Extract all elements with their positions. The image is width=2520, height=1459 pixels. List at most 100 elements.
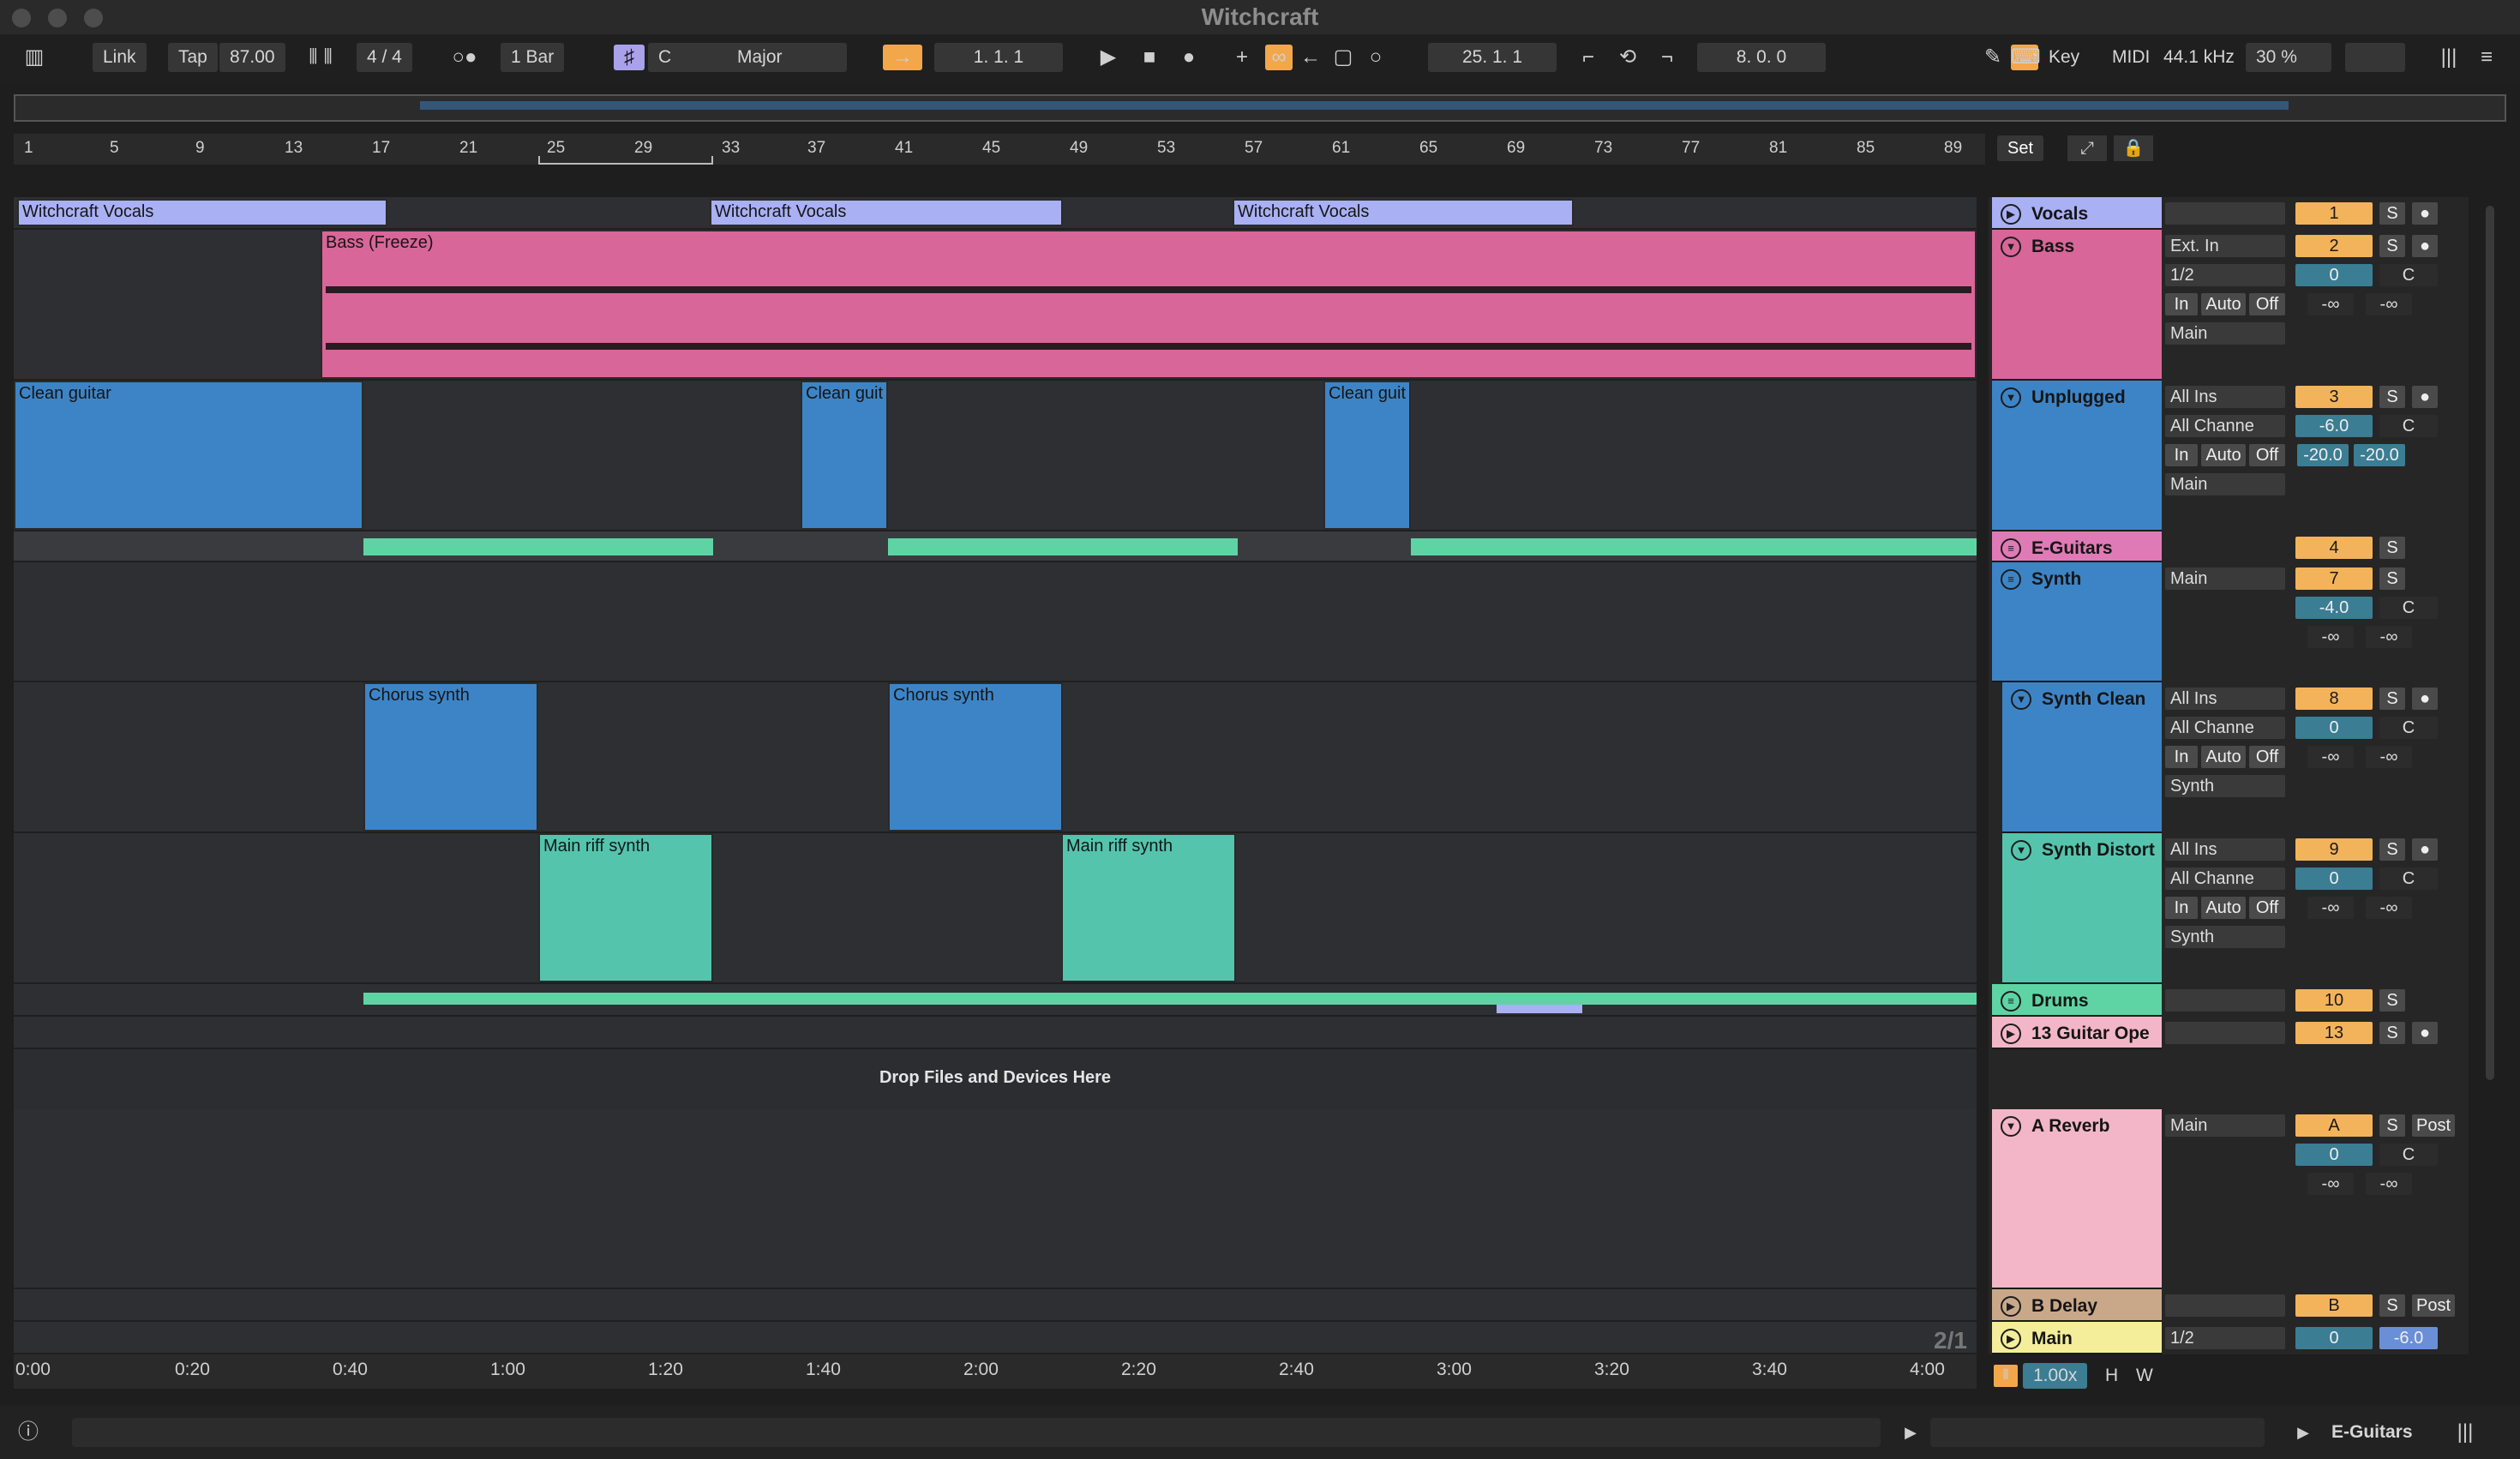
solo-button[interactable]: S [2379, 537, 2405, 559]
output-channel-menu[interactable]: 1/2 [2165, 1327, 2285, 1349]
solo-button[interactable]: S [2379, 687, 2405, 710]
lane-synth-clean[interactable]: Chorus synth Chorus synth [14, 682, 1977, 833]
monitor-in[interactable]: In [2165, 444, 2198, 466]
track-activator[interactable]: 1 [2295, 202, 2373, 225]
group-clip[interactable] [363, 538, 713, 555]
back-to-arrangement-icon[interactable]: ← [1298, 45, 1323, 70]
pan-field[interactable]: C [2379, 597, 2438, 619]
key-menu[interactable]: C [648, 43, 734, 72]
nudge-icon[interactable]: ⦀ ⦀ [295, 45, 346, 70]
monitor-in[interactable]: In [2165, 746, 2198, 768]
overdub-icon[interactable]: + [1229, 45, 1255, 70]
output-menu[interactable]: Synth [2165, 775, 2285, 797]
monitor-off[interactable]: Off [2249, 897, 2285, 919]
capture-icon[interactable]: ▢ [1330, 45, 1356, 70]
post-button[interactable]: Post [2412, 1114, 2455, 1137]
punch-out-icon[interactable]: ¬ [1653, 45, 1682, 70]
automation-arm-icon[interactable]: ∞ [1265, 45, 1293, 70]
time-signature-field[interactable]: 4 / 4 [357, 43, 412, 72]
play-icon[interactable]: ▶ [1898, 1420, 1923, 1445]
clip-chorus-synth-2[interactable]: Chorus synth [888, 682, 1063, 832]
volume-field[interactable]: 0 [2295, 1327, 2373, 1349]
input-type-menu[interactable]: Ext. In [2165, 235, 2285, 257]
fold-icon[interactable]: ▼ [2011, 689, 2031, 710]
send-b[interactable]: -∞ [2366, 1173, 2412, 1195]
send-a[interactable]: -∞ [2307, 626, 2354, 648]
track-unplugged[interactable]: ▼ Unplugged [1992, 381, 2162, 531]
loop-switch-icon[interactable]: ⟲ [1613, 45, 1642, 70]
track-drums[interactable]: ≡ Drums [1992, 984, 2162, 1017]
arm-button[interactable]: ● [2412, 202, 2438, 225]
solo-button[interactable]: S [2379, 1022, 2405, 1044]
metronome-icon[interactable]: ○● [439, 45, 490, 70]
zoom-field[interactable]: 1.00x [2023, 1363, 2088, 1389]
expand-icon[interactable]: ⤢ [2067, 135, 2107, 161]
solo-button[interactable]: S [2379, 567, 2405, 590]
send-a[interactable]: -20.0 [2297, 444, 2349, 466]
w-button[interactable]: W [2136, 1363, 2153, 1389]
lane-e-guitars[interactable] [14, 531, 1977, 562]
fold-icon[interactable]: ▼ [2001, 237, 2021, 257]
arm-button[interactable]: ● [2412, 687, 2438, 710]
midi-map-button[interactable]: MIDI [2112, 43, 2150, 72]
loop-length-field[interactable]: 8. 0. 0 [1697, 43, 1826, 72]
track-activator[interactable]: B [2295, 1294, 2373, 1317]
solo-button[interactable]: S [2379, 235, 2405, 257]
send-b[interactable]: -∞ [2366, 746, 2412, 768]
monitor-auto[interactable]: Auto [2201, 444, 2246, 466]
volume-field[interactable]: 0 [2295, 264, 2373, 286]
pan-field[interactable]: C [2379, 415, 2438, 437]
track-a-reverb[interactable]: ▼ A Reverb [1992, 1109, 2162, 1289]
view-toggle-icon[interactable]: ▥ [17, 45, 51, 70]
pan-field[interactable]: C [2379, 1144, 2438, 1166]
clip-main-riff-2[interactable]: Main riff synth [1061, 833, 1236, 982]
tempo-field[interactable]: 87.00 [219, 43, 285, 72]
stop-icon[interactable]: ■ [1135, 45, 1164, 70]
group-icon[interactable]: ≡ [2001, 991, 2021, 1012]
drums-clip[interactable] [363, 993, 1977, 1005]
arrangement-view[interactable]: Witchcraft Vocals Witchcraft Vocals Witc… [14, 197, 1977, 1354]
set-locator-button[interactable]: Set [1997, 135, 2043, 161]
track-activator[interactable]: 4 [2295, 537, 2373, 559]
punch-in-icon[interactable]: ⌐ [1574, 45, 1603, 70]
solo-button[interactable]: S [2379, 386, 2405, 408]
fold-icon[interactable]: ▶ [2001, 1329, 2021, 1349]
track-activator[interactable]: 7 [2295, 567, 2373, 590]
main-volume-field[interactable]: -6.0 [2379, 1327, 2438, 1349]
volume-field[interactable]: -4.0 [2295, 597, 2373, 619]
monitor-in[interactable]: In [2165, 897, 2198, 919]
track-activator[interactable]: 9 [2295, 838, 2373, 861]
track-activator[interactable]: 3 [2295, 386, 2373, 408]
lane-drums[interactable] [14, 984, 1977, 1017]
pan-field[interactable]: C [2379, 264, 2438, 286]
menu-icon[interactable]: ≡ [2472, 45, 2501, 70]
group-icon[interactable]: ≡ [2001, 538, 2021, 559]
group-clip[interactable] [1411, 538, 1977, 555]
send-a[interactable]: -∞ [2307, 1173, 2354, 1195]
input-channel-menu[interactable]: All Channe [2165, 415, 2285, 437]
solo-button[interactable]: S [2379, 1114, 2405, 1137]
send-b[interactable]: -∞ [2366, 293, 2412, 315]
fold-icon[interactable]: ▶ [2001, 1296, 2021, 1317]
lane-guitar-ope[interactable] [14, 1017, 1977, 1049]
solo-button[interactable]: S [2379, 202, 2405, 225]
output-menu[interactable]: Main [2165, 567, 2285, 590]
track-bass[interactable]: ▼ Bass [1992, 230, 2162, 381]
vertical-scrollbar[interactable] [2486, 206, 2494, 1080]
send-b[interactable]: -20.0 [2354, 444, 2405, 466]
group-clip[interactable] [888, 538, 1238, 555]
output-menu[interactable]: Main [2165, 322, 2285, 345]
solo-button[interactable]: S [2379, 1294, 2405, 1317]
fold-icon[interactable]: ▼ [2001, 1116, 2021, 1137]
monitor-off[interactable]: Off [2249, 293, 2285, 315]
drums-io[interactable] [2165, 989, 2285, 1012]
lane-synth[interactable] [14, 562, 1977, 682]
fold-icon[interactable]: ▶ [2001, 204, 2021, 225]
guitar-io[interactable] [2165, 1022, 2285, 1044]
loop-brace[interactable] [538, 156, 713, 165]
lane-b-delay[interactable] [14, 1289, 1977, 1322]
send-a[interactable]: -∞ [2307, 293, 2354, 315]
clip-main-riff-1[interactable]: Main riff synth [538, 833, 713, 982]
clip-vocals-1[interactable]: Witchcraft Vocals [17, 199, 387, 226]
overview-toggle-icon[interactable]: ||| [2434, 45, 2463, 70]
